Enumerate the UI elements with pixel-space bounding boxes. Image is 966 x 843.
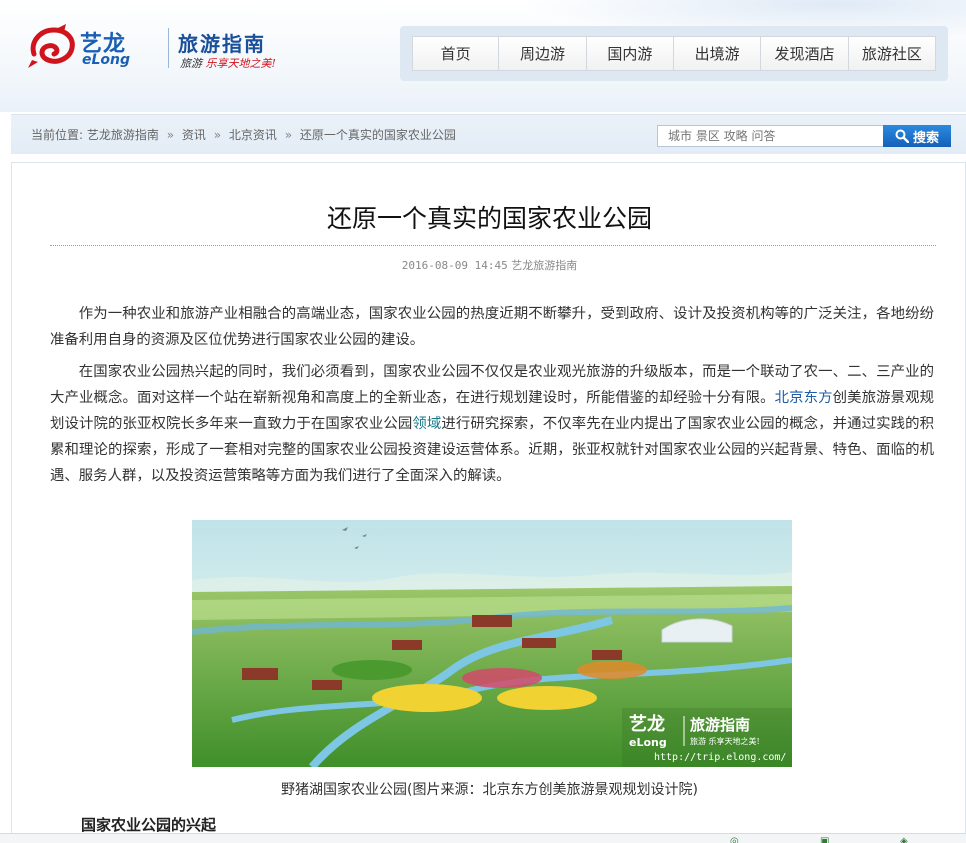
image-watermark-slogan: 旅游 乐享天地之美! bbox=[690, 736, 760, 746]
image-watermark-url: http://trip.elong.com/ bbox=[654, 752, 786, 763]
nav-item-outbound[interactable]: 出境游 bbox=[674, 36, 762, 71]
link-beijing-dongfang[interactable]: 北京东方 bbox=[775, 390, 833, 406]
bottom-share-bar: ◎ ▣ ◈ bbox=[0, 833, 966, 843]
breadcrumb-separator: » bbox=[166, 128, 175, 142]
image-watermark-section: 旅游指南 bbox=[690, 716, 750, 734]
breadcrumb: 当前位置: 艺龙旅游指南 » 资讯 » 北京资讯 » 还原一个真实的国家农业公园 bbox=[31, 126, 456, 143]
article-card: 还原一个真实的国家农业公园 2016-08-09 14:45 艺龙旅游指南 作为… bbox=[11, 162, 966, 843]
breadcrumb-bar: 当前位置: 艺龙旅游指南 » 资讯 » 北京资讯 » 还原一个真实的国家农业公园… bbox=[11, 114, 966, 154]
search-button-label: 搜索 bbox=[912, 129, 939, 145]
article-source: 艺龙旅游指南 bbox=[511, 259, 578, 272]
title-divider bbox=[50, 245, 936, 246]
site-logo[interactable]: 艺龙 eLong 旅游指南 旅游 乐享天地之美! bbox=[28, 22, 278, 78]
bookmark-icon[interactable]: ▣ bbox=[820, 836, 880, 843]
nav-item-community[interactable]: 旅游社区 bbox=[848, 36, 936, 71]
logo-divider bbox=[168, 28, 169, 68]
brand-section-title: 旅游指南 bbox=[178, 32, 266, 56]
brand-slogan-part-b: 乐享天地之美! bbox=[205, 57, 276, 70]
article-paragraph-1: 作为一种农业和旅游产业相融合的高端业态，国家农业公园的热度近期不断攀升，受到政府… bbox=[50, 306, 934, 348]
breadcrumb-item-guide[interactable]: 艺龙旅游指南 bbox=[87, 128, 159, 142]
site-header: 艺龙 eLong 旅游指南 旅游 乐享天地之美! 首页 周边游 国内游 出境游 … bbox=[0, 0, 966, 112]
nav-item-domestic[interactable]: 国内游 bbox=[586, 36, 674, 71]
article-meta: 2016-08-09 14:45 艺龙旅游指南 bbox=[12, 257, 966, 273]
search-icon bbox=[895, 129, 909, 143]
breadcrumb-separator: » bbox=[284, 128, 293, 142]
article-date: 2016-08-09 14:45 bbox=[401, 259, 508, 272]
article-image-agri-park: 艺龙 eLong 旅游指南 旅游 乐享天地之美! http://trip.elo… bbox=[192, 520, 792, 767]
elong-dragon-logo-icon bbox=[28, 24, 75, 68]
more-icon[interactable]: ◈ bbox=[900, 836, 960, 843]
breadcrumb-item-beijing-news[interactable]: 北京资讯 bbox=[229, 128, 277, 142]
search-button[interactable]: 搜索 bbox=[883, 125, 951, 147]
brand-slogan-part-a: 旅游 bbox=[180, 57, 202, 70]
breadcrumb-item-current[interactable]: 还原一个真实的国家农业公园 bbox=[300, 128, 456, 142]
image-caption: 野猪湖国家农业公园(图片来源：北京东方创美旅游景观规划设计院) bbox=[281, 782, 698, 798]
breadcrumb-prefix: 当前位置: bbox=[31, 128, 84, 142]
share-icon[interactable]: ◎ bbox=[730, 836, 790, 843]
image-watermark-en: eLong bbox=[629, 736, 667, 749]
search-input[interactable] bbox=[657, 125, 884, 147]
article-title: 还原一个真实的国家农业公园 bbox=[326, 204, 652, 233]
brand-name-en: eLong bbox=[82, 52, 131, 68]
brand-slogan: 旅游 乐享天地之美! bbox=[180, 55, 276, 71]
image-watermark-name: 艺龙 bbox=[629, 713, 665, 735]
breadcrumb-separator: » bbox=[213, 128, 222, 142]
breadcrumb-item-news[interactable]: 资讯 bbox=[182, 128, 206, 142]
nav-item-nearby[interactable]: 周边游 bbox=[499, 36, 587, 71]
article-paragraph-2: 在国家农业公园热兴起的同时，我们必须看到，国家农业公园不仅仅是农业观光旅游的升级… bbox=[50, 359, 934, 489]
agri-park-rendering: 艺龙 eLong 旅游指南 旅游 乐享天地之美! http://trip.elo… bbox=[192, 520, 792, 767]
nav-item-home[interactable]: 首页 bbox=[412, 36, 500, 71]
nav-item-hotels[interactable]: 发现酒店 bbox=[761, 36, 849, 71]
link-field[interactable]: 领域 bbox=[412, 416, 441, 432]
section-heading: 国家农业公园的兴起 bbox=[81, 816, 217, 834]
main-nav: 首页 周边游 国内游 出境游 发现酒店 旅游社区 bbox=[400, 26, 948, 81]
